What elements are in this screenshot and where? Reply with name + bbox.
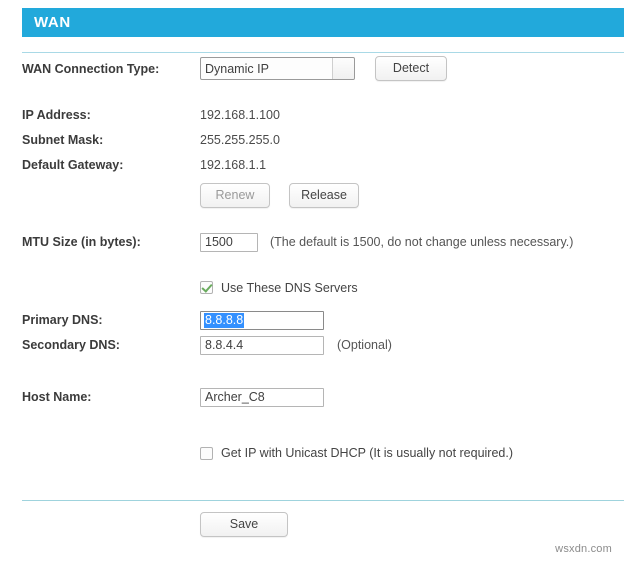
primary-dns-input-wrap: 8.8.8.8	[200, 310, 324, 330]
wan-connection-type-label: WAN Connection Type:	[22, 61, 160, 76]
page-header-bar: WAN	[22, 8, 624, 37]
save-button[interactable]: Save	[200, 512, 288, 537]
mtu-size-label: MTU Size (in bytes):	[22, 235, 141, 249]
secondary-dns-optional-hint: (Optional)	[337, 338, 392, 352]
unicast-dhcp-label: Get IP with Unicast DHCP (It is usually …	[221, 446, 514, 460]
row-wan-connection-type: WAN Connection Type: Dynamic IP Detect	[0, 52, 624, 85]
save-area: Save	[0, 512, 624, 537]
row-host-name: Host Name:	[0, 383, 624, 411]
row-default-gateway: Default Gateway: 192.168.1.1	[0, 152, 624, 177]
wan-connection-type-select[interactable]: Dynamic IP	[200, 57, 355, 80]
wan-settings-page: WAN WAN Connection Type: Dynamic IP Dete…	[0, 0, 624, 563]
wan-settings-form: WAN Connection Type: Dynamic IP Detect I…	[0, 52, 624, 465]
row-unicast-dhcp: Get IP with Unicast DHCP (It is usually …	[0, 441, 624, 465]
host-name-input[interactable]	[200, 387, 324, 407]
ip-address-value: 192.168.1.100	[200, 107, 280, 122]
footer-divider	[22, 500, 624, 501]
release-button[interactable]: Release	[289, 182, 359, 208]
primary-dns-label: Primary DNS:	[22, 313, 103, 327]
secondary-dns-label: Secondary DNS:	[22, 338, 120, 352]
row-use-dns-servers: Use These DNS Servers	[0, 275, 624, 300]
subnet-mask-value: 255.255.255.0	[200, 132, 280, 147]
default-gateway-value: 192.168.1.1	[200, 157, 267, 172]
use-dns-servers-label: Use These DNS Servers	[221, 280, 358, 295]
ip-address-label: IP Address:	[22, 107, 91, 122]
row-mtu-size: MTU Size (in bytes): (The default is 150…	[0, 227, 624, 257]
secondary-dns-input[interactable]	[200, 335, 324, 355]
wan-connection-type-controls: Dynamic IP Detect	[200, 56, 447, 81]
row-primary-dns: Primary DNS: 8.8.8.8	[0, 308, 624, 332]
row-ip-address: IP Address: 192.168.1.100	[0, 102, 624, 127]
page-title: WAN	[34, 14, 71, 31]
mtu-size-input[interactable]	[200, 232, 258, 252]
default-gateway-label: Default Gateway:	[22, 157, 124, 172]
watermark: wsxdn.com	[555, 543, 612, 555]
host-name-label: Host Name:	[22, 390, 92, 404]
row-subnet-mask: Subnet Mask: 255.255.255.0	[0, 127, 624, 152]
secondary-dns-controls: (Optional)	[200, 335, 392, 355]
mtu-controls: (The default is 1500, do not change unle…	[200, 232, 574, 252]
primary-dns-controls: 8.8.8.8	[200, 310, 324, 330]
renew-button[interactable]: Renew	[200, 182, 270, 208]
unicast-dhcp-checkbox[interactable]	[200, 446, 213, 460]
wan-connection-type-select-wrap: Dynamic IP	[200, 57, 355, 80]
primary-dns-input[interactable]	[200, 310, 324, 330]
mtu-hint-text: (The default is 1500, do not change unle…	[270, 235, 574, 249]
use-dns-servers-checkbox[interactable]	[200, 281, 213, 294]
host-name-controls	[200, 387, 324, 407]
detect-button[interactable]: Detect	[375, 56, 447, 81]
subnet-mask-label: Subnet Mask:	[22, 132, 104, 147]
row-lease-buttons: Renew Release	[0, 177, 624, 213]
row-secondary-dns: Secondary DNS: (Optional)	[0, 332, 624, 358]
